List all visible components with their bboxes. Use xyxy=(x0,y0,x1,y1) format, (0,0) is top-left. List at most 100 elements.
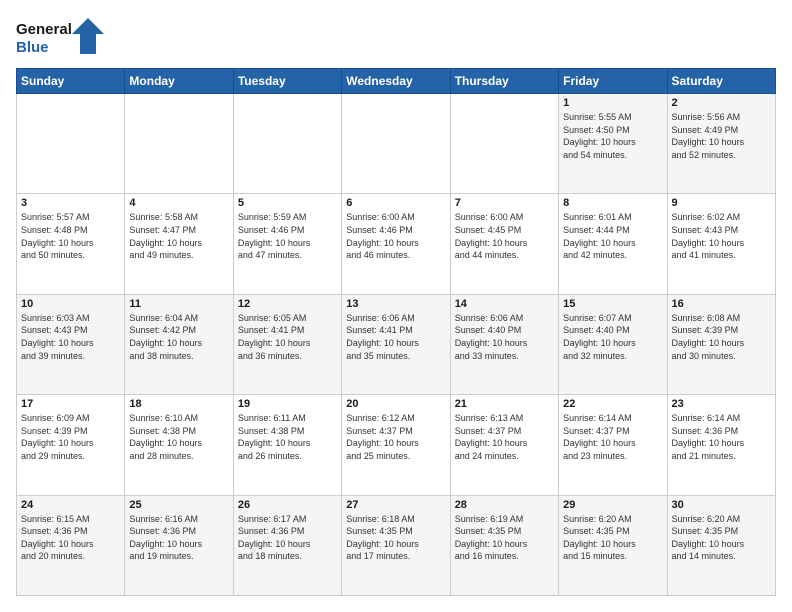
day-info: Sunrise: 6:07 AM Sunset: 4:40 PM Dayligh… xyxy=(563,312,662,362)
day-cell xyxy=(233,94,341,194)
day-number: 6 xyxy=(346,197,445,209)
day-number: 24 xyxy=(21,499,120,511)
day-number: 12 xyxy=(238,298,337,310)
day-info: Sunrise: 5:59 AM Sunset: 4:46 PM Dayligh… xyxy=(238,211,337,261)
day-number: 14 xyxy=(455,298,554,310)
day-cell: 1 Sunrise: 5:55 AM Sunset: 4:50 PM Daylig… xyxy=(559,94,667,194)
page: General Blue SundayMondayTuesdayWednesda… xyxy=(0,0,792,612)
day-cell xyxy=(342,94,450,194)
day-info: Sunrise: 6:06 AM Sunset: 4:40 PM Dayligh… xyxy=(455,312,554,362)
day-cell: 10 Sunrise: 6:03 AM Sunset: 4:43 PM Dayli… xyxy=(17,294,125,394)
day-cell: 26Sunrise: 6:17 AM Sunset: 4:36 PM Dayli… xyxy=(233,495,341,595)
day-cell: 5 Sunrise: 5:59 AM Sunset: 4:46 PM Daylig… xyxy=(233,194,341,294)
day-info: Sunrise: 6:18 AM Sunset: 4:35 PM Dayligh… xyxy=(346,513,445,563)
day-cell xyxy=(125,94,233,194)
week-row-3: 17 Sunrise: 6:09 AM Sunset: 4:39 PM Dayli… xyxy=(17,395,776,495)
day-cell: 27Sunrise: 6:18 AM Sunset: 4:35 PM Dayli… xyxy=(342,495,450,595)
day-number: 15 xyxy=(563,298,662,310)
day-info: Sunrise: 6:11 AM Sunset: 4:38 PM Dayligh… xyxy=(238,412,337,462)
day-cell: 9 Sunrise: 6:02 AM Sunset: 4:43 PM Daylig… xyxy=(667,194,775,294)
day-number: 16 xyxy=(672,298,771,310)
header: General Blue xyxy=(16,16,776,60)
day-cell: 18 Sunrise: 6:10 AM Sunset: 4:38 PM Dayli… xyxy=(125,395,233,495)
day-info: Sunrise: 6:08 AM Sunset: 4:39 PM Dayligh… xyxy=(672,312,771,362)
week-row-2: 10 Sunrise: 6:03 AM Sunset: 4:43 PM Dayli… xyxy=(17,294,776,394)
day-info: Sunrise: 6:05 AM Sunset: 4:41 PM Dayligh… xyxy=(238,312,337,362)
week-row-1: 3Sunrise: 5:57 AM Sunset: 4:48 PM Daylig… xyxy=(17,194,776,294)
day-info: Sunrise: 6:03 AM Sunset: 4:43 PM Dayligh… xyxy=(21,312,120,362)
day-number: 28 xyxy=(455,499,554,511)
day-info: Sunrise: 6:02 AM Sunset: 4:43 PM Dayligh… xyxy=(672,211,771,261)
day-number: 10 xyxy=(21,298,120,310)
week-row-4: 24 Sunrise: 6:15 AM Sunset: 4:36 PM Dayli… xyxy=(17,495,776,595)
day-info: Sunrise: 6:00 AM Sunset: 4:46 PM Dayligh… xyxy=(346,211,445,261)
day-cell: 3Sunrise: 5:57 AM Sunset: 4:48 PM Daylig… xyxy=(17,194,125,294)
day-number: 20 xyxy=(346,398,445,410)
weekday-wednesday: Wednesday xyxy=(342,69,450,94)
day-number: 19 xyxy=(238,398,337,410)
day-number: 5 xyxy=(238,197,337,209)
day-cell: 25 Sunrise: 6:16 AM Sunset: 4:36 PM Dayli… xyxy=(125,495,233,595)
day-info: Sunrise: 5:55 AM Sunset: 4:50 PM Dayligh… xyxy=(563,111,662,161)
day-number: 18 xyxy=(129,398,228,410)
day-cell: 21Sunrise: 6:13 AM Sunset: 4:37 PM Dayli… xyxy=(450,395,558,495)
day-cell: 20 Sunrise: 6:12 AM Sunset: 4:37 PM Dayli… xyxy=(342,395,450,495)
day-cell: 6 Sunrise: 6:00 AM Sunset: 4:46 PM Daylig… xyxy=(342,194,450,294)
day-number: 1 xyxy=(563,97,662,109)
day-number: 2 xyxy=(672,97,771,109)
day-info: Sunrise: 5:56 AM Sunset: 4:49 PM Dayligh… xyxy=(672,111,771,161)
day-info: Sunrise: 6:14 AM Sunset: 4:36 PM Dayligh… xyxy=(672,412,771,462)
day-number: 7 xyxy=(455,197,554,209)
day-number: 4 xyxy=(129,197,228,209)
day-cell: 8 Sunrise: 6:01 AM Sunset: 4:44 PM Daylig… xyxy=(559,194,667,294)
day-number: 8 xyxy=(563,197,662,209)
day-cell: 17 Sunrise: 6:09 AM Sunset: 4:39 PM Dayli… xyxy=(17,395,125,495)
day-cell: 16 Sunrise: 6:08 AM Sunset: 4:39 PM Dayli… xyxy=(667,294,775,394)
day-cell: 14 Sunrise: 6:06 AM Sunset: 4:40 PM Dayli… xyxy=(450,294,558,394)
day-cell: 28 Sunrise: 6:19 AM Sunset: 4:35 PM Dayli… xyxy=(450,495,558,595)
day-number: 13 xyxy=(346,298,445,310)
day-cell xyxy=(17,94,125,194)
day-info: Sunrise: 6:13 AM Sunset: 4:37 PM Dayligh… xyxy=(455,412,554,462)
day-info: Sunrise: 6:16 AM Sunset: 4:36 PM Dayligh… xyxy=(129,513,228,563)
day-info: Sunrise: 6:20 AM Sunset: 4:35 PM Dayligh… xyxy=(672,513,771,563)
day-info: Sunrise: 6:19 AM Sunset: 4:35 PM Dayligh… xyxy=(455,513,554,563)
day-number: 17 xyxy=(21,398,120,410)
day-info: Sunrise: 6:14 AM Sunset: 4:37 PM Dayligh… xyxy=(563,412,662,462)
day-info: Sunrise: 6:20 AM Sunset: 4:35 PM Dayligh… xyxy=(563,513,662,563)
day-info: Sunrise: 5:58 AM Sunset: 4:47 PM Dayligh… xyxy=(129,211,228,261)
logo: General Blue xyxy=(16,16,106,60)
weekday-saturday: Saturday xyxy=(667,69,775,94)
day-info: Sunrise: 6:15 AM Sunset: 4:36 PM Dayligh… xyxy=(21,513,120,563)
day-cell: 7 Sunrise: 6:00 AM Sunset: 4:45 PM Daylig… xyxy=(450,194,558,294)
weekday-friday: Friday xyxy=(559,69,667,94)
day-info: Sunrise: 6:06 AM Sunset: 4:41 PM Dayligh… xyxy=(346,312,445,362)
day-info: Sunrise: 6:09 AM Sunset: 4:39 PM Dayligh… xyxy=(21,412,120,462)
day-cell: 30 Sunrise: 6:20 AM Sunset: 4:35 PM Dayli… xyxy=(667,495,775,595)
day-number: 11 xyxy=(129,298,228,310)
day-cell: 13 Sunrise: 6:06 AM Sunset: 4:41 PM Dayli… xyxy=(342,294,450,394)
day-number: 22 xyxy=(563,398,662,410)
svg-text:General: General xyxy=(16,21,72,38)
day-info: Sunrise: 6:01 AM Sunset: 4:44 PM Dayligh… xyxy=(563,211,662,261)
weekday-sunday: Sunday xyxy=(17,69,125,94)
day-number: 30 xyxy=(672,499,771,511)
day-info: Sunrise: 6:12 AM Sunset: 4:37 PM Dayligh… xyxy=(346,412,445,462)
day-cell: 15 Sunrise: 6:07 AM Sunset: 4:40 PM Dayli… xyxy=(559,294,667,394)
weekday-monday: Monday xyxy=(125,69,233,94)
day-info: Sunrise: 6:00 AM Sunset: 4:45 PM Dayligh… xyxy=(455,211,554,261)
day-cell: 22 Sunrise: 6:14 AM Sunset: 4:37 PM Dayli… xyxy=(559,395,667,495)
day-number: 26 xyxy=(238,499,337,511)
day-cell: 11Sunrise: 6:04 AM Sunset: 4:42 PM Dayli… xyxy=(125,294,233,394)
day-cell: 2 Sunrise: 5:56 AM Sunset: 4:49 PM Daylig… xyxy=(667,94,775,194)
day-cell: 4 Sunrise: 5:58 AM Sunset: 4:47 PM Daylig… xyxy=(125,194,233,294)
weekday-tuesday: Tuesday xyxy=(233,69,341,94)
day-number: 25 xyxy=(129,499,228,511)
weekday-thursday: Thursday xyxy=(450,69,558,94)
day-cell: 23Sunrise: 6:14 AM Sunset: 4:36 PM Dayli… xyxy=(667,395,775,495)
day-info: Sunrise: 6:10 AM Sunset: 4:38 PM Dayligh… xyxy=(129,412,228,462)
day-cell xyxy=(450,94,558,194)
day-cell: 19 Sunrise: 6:11 AM Sunset: 4:38 PM Dayli… xyxy=(233,395,341,495)
day-number: 9 xyxy=(672,197,771,209)
day-number: 29 xyxy=(563,499,662,511)
